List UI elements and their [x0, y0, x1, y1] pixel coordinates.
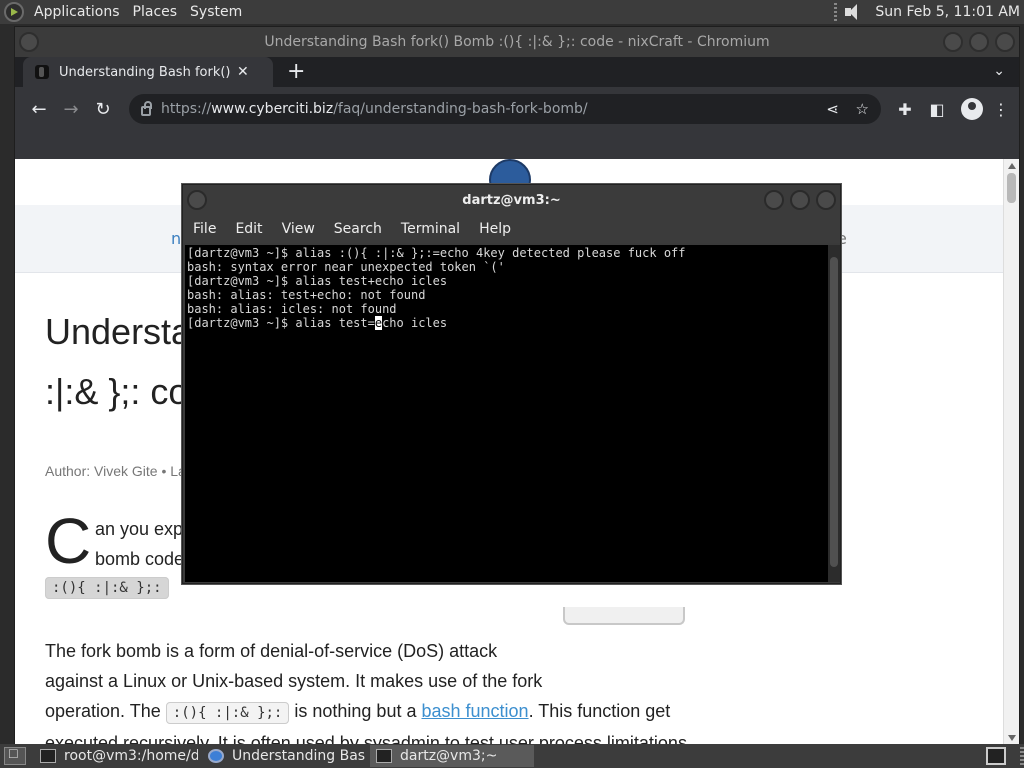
terminal-titlebar[interactable]: dartz@vm3:~: [183, 185, 840, 215]
back-arrow-icon[interactable]: ←: [23, 93, 55, 125]
tab-close-icon[interactable]: ✕: [237, 64, 249, 80]
task-root-terminal[interactable]: root@vm3:/home/d...: [34, 745, 198, 767]
top-panel: Applications Places System Sun Feb 5, 11…: [0, 0, 1024, 24]
new-tab-icon[interactable]: +: [287, 61, 305, 83]
tab-strip: Understanding Bash fork() Bom ✕ + ⌄: [15, 57, 1019, 87]
body-line2: against a Linux or Unix-based system. It…: [45, 671, 543, 691]
chromium-titlebar[interactable]: Understanding Bash fork() Bomb :(){ :|:&…: [15, 27, 1019, 57]
article-title-line2: :|:& };: co: [45, 371, 189, 412]
menu-terminal[interactable]: Terminal: [401, 221, 460, 237]
text-cursor: e: [374, 316, 383, 330]
body-line1: The fork bomb is a form of denial-of-ser…: [45, 641, 498, 661]
scroll-down-icon[interactable]: [1008, 735, 1016, 741]
task-chromium[interactable]: Understanding Bas...: [202, 745, 366, 767]
terminal-line: bash: syntax error near unexpected token…: [187, 260, 505, 274]
reload-icon[interactable]: ↻: [87, 93, 119, 125]
terminal-scrollbar[interactable]: [828, 245, 840, 582]
terminal-input-line[interactable]: [dartz@vm3 ~]$ alias test=echo icles: [187, 316, 826, 330]
scroll-up-icon[interactable]: [1008, 163, 1016, 169]
code-snippet[interactable]: :(){ :|:& };:: [165, 702, 290, 724]
maximize-icon[interactable]: [969, 32, 989, 52]
menu-search[interactable]: Search: [334, 221, 382, 237]
task-label: Understanding Bas...: [232, 748, 366, 764]
terminal-line: [dartz@vm3 ~]$ alias test+echo icles: [187, 274, 448, 288]
selection-popover: [563, 607, 685, 625]
scrollbar-thumb[interactable]: [1007, 173, 1016, 203]
browser-toolbar: ← → ↻ https://www.cyberciti.biz/faq/unde…: [15, 87, 1019, 131]
places-menu[interactable]: Places: [129, 4, 187, 20]
chromium-icon: [208, 749, 224, 763]
prompt-text: cho icles: [382, 316, 448, 330]
url-path: /faq/understanding-bash-fork-bomb/: [333, 101, 588, 117]
prompt-text: [dartz@vm3 ~]$ alias test=: [187, 316, 375, 330]
terminal-line: bash: alias: icles: not found: [187, 302, 397, 316]
minimize-icon[interactable]: [943, 32, 963, 52]
task-dartz-terminal[interactable]: dartz@vm3;~: [370, 745, 534, 767]
distro-logo-icon[interactable]: [4, 2, 24, 22]
terminal-menubar: File Edit View Search Terminal Help: [183, 215, 840, 243]
site-favicon-icon: [35, 65, 49, 79]
profile-avatar-icon[interactable]: [961, 98, 983, 120]
tab-title: Understanding Bash fork() Bom: [59, 64, 231, 80]
intro-code-row: :(){ :|:& };:: [45, 577, 169, 599]
maximize-icon[interactable]: [790, 190, 810, 210]
intro-line2: bomb code: [95, 549, 185, 569]
page-scrollbar[interactable]: [1003, 159, 1019, 745]
close-icon[interactable]: [995, 32, 1015, 52]
terminal-line: bash: alias: test+echo: not found: [187, 288, 426, 302]
bookmarks-bar: [15, 131, 1019, 159]
scrollbar-thumb[interactable]: [830, 257, 838, 567]
task-label: root@vm3:/home/d...: [64, 748, 198, 764]
terminal-title: dartz@vm3:~: [462, 192, 561, 208]
terminal-window: dartz@vm3:~ File Edit View Search Termin…: [182, 184, 841, 584]
chromium-window-title: Understanding Bash fork() Bomb :(){ :|:&…: [264, 34, 770, 50]
drop-cap: C: [45, 505, 92, 577]
menu-help[interactable]: Help: [479, 221, 511, 237]
bottom-taskbar: root@vm3:/home/d... Understanding Bas...…: [0, 744, 1024, 768]
intro-line1: an you exp: [95, 519, 184, 539]
bookmark-star-icon[interactable]: ☆: [856, 100, 869, 118]
menu-edit[interactable]: Edit: [235, 221, 262, 237]
kebab-menu-icon[interactable]: ⋮: [991, 100, 1011, 119]
clock[interactable]: Sun Feb 5, 11:01 AM: [875, 4, 1020, 20]
nav-link-fragment[interactable]: n: [171, 229, 181, 248]
terminal-icon: [40, 749, 56, 763]
forward-arrow-icon[interactable]: →: [55, 93, 87, 125]
menu-view[interactable]: View: [282, 221, 315, 237]
show-desktop-icon[interactable]: [4, 747, 26, 765]
address-bar[interactable]: https://www.cyberciti.biz/faq/understand…: [129, 94, 881, 124]
close-icon[interactable]: [816, 190, 836, 210]
window-menu-icon[interactable]: [19, 32, 39, 52]
volume-icon[interactable]: [845, 3, 865, 21]
menu-file[interactable]: File: [193, 221, 216, 237]
workspace-switcher[interactable]: [986, 747, 1006, 765]
body-text: . This function get: [528, 701, 671, 721]
body-text: is nothing but a: [294, 701, 417, 721]
tab-search-chevron-icon[interactable]: ⌄: [993, 63, 1005, 79]
task-label: dartz@vm3;~: [400, 748, 498, 764]
minimize-icon[interactable]: [764, 190, 784, 210]
share-icon[interactable]: ⋖: [826, 100, 839, 118]
url-prefix: https://: [161, 101, 212, 117]
panel-separator: [1020, 747, 1024, 765]
bash-function-link[interactable]: bash function: [421, 701, 528, 721]
window-menu-icon[interactable]: [187, 190, 207, 210]
lock-icon[interactable]: [141, 101, 152, 116]
article-meta: Author: Vivek Gite • La: [45, 463, 186, 479]
body-line3: operation. The :(){ :|:& };: is nothing …: [45, 701, 671, 724]
url-host: www.cyberciti.biz: [211, 101, 334, 117]
extensions-puzzle-icon[interactable]: ✚: [889, 100, 921, 119]
panel-separator: [834, 3, 838, 21]
body-text: operation. The: [45, 701, 161, 721]
terminal-icon: [376, 749, 392, 763]
system-menu[interactable]: System: [186, 4, 251, 20]
code-snippet-highlighted[interactable]: :(){ :|:& };:: [45, 577, 169, 599]
terminal-output[interactable]: [dartz@vm3 ~]$ alias :(){ :|:& };:=echo …: [185, 245, 828, 582]
article-title-line1: Understa: [45, 311, 192, 352]
terminal-line: [dartz@vm3 ~]$ alias :(){ :|:& };:=echo …: [187, 246, 686, 260]
applications-menu[interactable]: Applications: [30, 4, 129, 20]
browser-tab[interactable]: Understanding Bash fork() Bom ✕: [23, 57, 273, 87]
side-panel-icon[interactable]: ◧: [921, 100, 953, 119]
